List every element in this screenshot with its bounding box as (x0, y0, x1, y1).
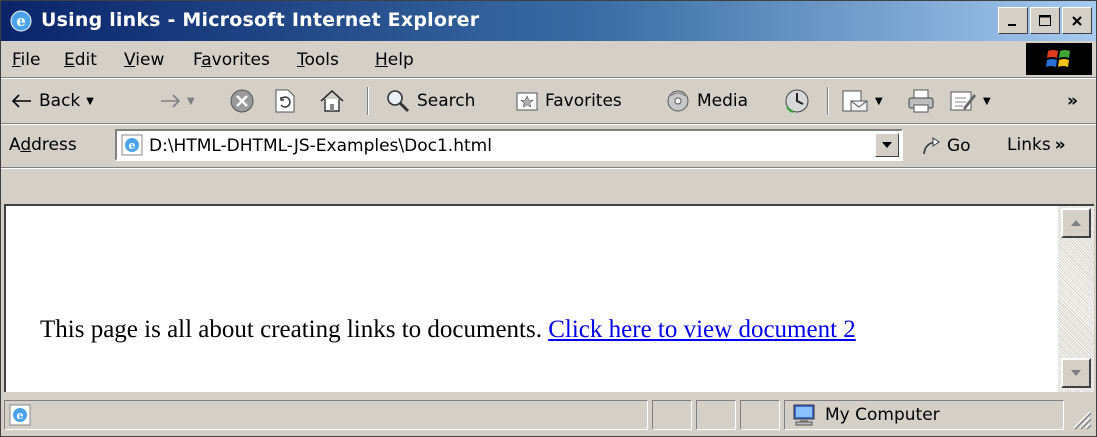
home-icon (320, 89, 344, 112)
svg-text:e: e (16, 12, 26, 30)
favorites-label: Favorites (545, 91, 622, 111)
menu-view[interactable]: View (124, 50, 164, 70)
title-bar[interactable]: e Using links - Microsoft Internet Explo… (1, 1, 1096, 41)
menu-tools[interactable]: Tools (297, 50, 339, 70)
chevron-right-icon: » (1054, 135, 1066, 155)
address-field[interactable]: e (115, 129, 903, 161)
back-button[interactable]: Back ▼ (11, 87, 94, 115)
edit-icon (950, 91, 976, 111)
favorites-button[interactable]: Favorites (515, 87, 622, 115)
menu-file[interactable]: File (12, 50, 40, 70)
status-pane (696, 400, 736, 430)
address-dropdown-button[interactable] (875, 133, 899, 157)
zone-label: My Computer (825, 405, 940, 425)
maximize-icon (1039, 14, 1051, 26)
page-icon: e (121, 134, 143, 156)
media-button[interactable]: Media (665, 87, 748, 115)
search-icon (387, 90, 410, 113)
scroll-up-button[interactable] (1061, 208, 1091, 238)
minimize-button[interactable] (998, 7, 1028, 34)
back-arrow-icon (11, 94, 31, 108)
edit-button[interactable]: ▼ (949, 87, 991, 115)
address-bar: Address e Go Links » (1, 125, 1096, 165)
stop-button[interactable] (229, 87, 255, 115)
address-input[interactable] (149, 133, 849, 159)
print-button[interactable] (907, 87, 935, 115)
history-button[interactable] (783, 87, 811, 115)
toolbar-overflow[interactable]: » (1067, 87, 1078, 115)
menu-bar: File Edit View Favorites Tools Help (1, 41, 1096, 77)
home-button[interactable] (319, 87, 345, 115)
favorites-icon (516, 92, 538, 111)
close-icon (1072, 15, 1082, 26)
page-paragraph: This page is all about creating links to… (40, 316, 856, 344)
forward-button[interactable]: ▼ (159, 87, 195, 115)
media-label: Media (697, 91, 749, 111)
arrow-up-icon (1071, 220, 1081, 226)
address-label: Address (9, 135, 77, 155)
toolbar-separator (827, 87, 829, 115)
go-button[interactable]: Go (921, 135, 971, 157)
back-dropdown-icon[interactable]: ▼ (86, 96, 94, 107)
links-label: Links (1007, 135, 1051, 155)
search-button[interactable]: Search (385, 87, 475, 115)
media-icon (667, 90, 689, 112)
page-status-icon: e (9, 404, 31, 426)
standard-toolbar: Back ▼ ▼ Search Favorites Media ▼ ▼ » (1, 79, 1096, 123)
go-arrow-icon (923, 137, 940, 155)
window-title: Using links - Microsoft Internet Explore… (41, 9, 480, 31)
print-icon (908, 89, 934, 113)
svg-text:e: e (129, 139, 136, 152)
vertical-scrollbar[interactable] (1058, 204, 1094, 392)
computer-icon (793, 404, 815, 426)
toolbar-separator (367, 87, 369, 115)
browser-window: e Using links - Microsoft Internet Explo… (0, 0, 1097, 437)
menu-help[interactable]: Help (375, 50, 414, 70)
forward-arrow-icon (161, 94, 181, 108)
chevron-right-icon: » (1067, 91, 1078, 111)
edit-dropdown-icon[interactable]: ▼ (983, 96, 991, 107)
search-label: Search (417, 91, 476, 111)
maximize-button[interactable] (1030, 7, 1060, 34)
back-label: Back (39, 91, 81, 111)
close-button[interactable] (1062, 7, 1092, 34)
refresh-button[interactable] (273, 87, 297, 115)
separator (1, 167, 1096, 169)
go-label: Go (947, 136, 971, 156)
status-pane (740, 400, 780, 430)
menu-edit[interactable]: Edit (64, 50, 97, 70)
document-2-link[interactable]: Click here to view document 2 (548, 316, 856, 343)
status-pane (652, 400, 692, 430)
menu-favorites[interactable]: Favorites (193, 50, 270, 70)
mail-dropdown-icon[interactable]: ▼ (875, 96, 883, 107)
windows-logo (1026, 43, 1092, 75)
ie-icon: e (10, 10, 32, 32)
security-zone-pane: My Computer (784, 400, 1064, 430)
stop-icon (230, 89, 254, 113)
forward-dropdown-icon[interactable]: ▼ (187, 96, 195, 107)
chevron-down-icon (882, 142, 892, 148)
minimize-icon (1008, 23, 1016, 26)
refresh-icon (275, 89, 295, 113)
windows-flag-icon (1046, 50, 1070, 67)
page-content: This page is all about creating links to… (4, 204, 1058, 392)
mail-icon (842, 90, 868, 112)
status-bar: e My Computer (1, 396, 1096, 436)
mail-button[interactable]: ▼ (841, 87, 883, 115)
history-icon (785, 89, 809, 113)
links-toolbar[interactable]: Links » (1007, 135, 1066, 155)
arrow-down-icon (1071, 370, 1081, 376)
status-message-pane: e (4, 400, 648, 430)
scroll-down-button[interactable] (1061, 358, 1091, 388)
svg-text:e: e (17, 409, 24, 422)
resize-grip-icon[interactable] (1068, 406, 1092, 430)
page-text: This page is all about creating links to… (40, 316, 549, 343)
